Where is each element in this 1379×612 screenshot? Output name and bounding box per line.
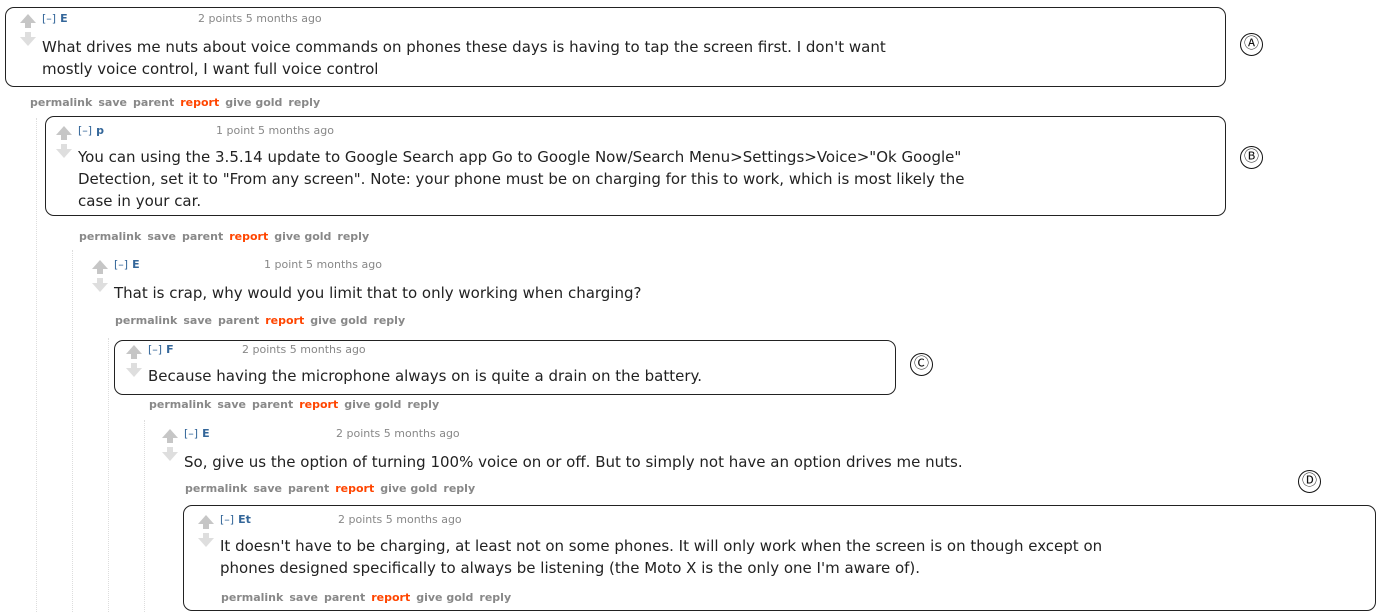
nesting-guide — [72, 250, 73, 612]
callout-label-c: Ⓒ — [910, 353, 933, 376]
nesting-guide — [144, 420, 145, 612]
permalink-link[interactable]: permalink — [115, 314, 177, 327]
parent-link[interactable]: parent — [133, 96, 174, 109]
comment-buttons: permalink save parent report give gold reply — [185, 482, 481, 495]
reply-link[interactable]: reply — [443, 482, 475, 495]
parent-link[interactable]: parent — [288, 482, 329, 495]
author-link[interactable]: E — [132, 258, 140, 271]
comment-body: So, give us the option of turning 100% v… — [184, 451, 963, 473]
give-gold-link[interactable]: give gold — [274, 230, 331, 243]
comment-tagline: [–] E 1 point 5 months ago — [114, 258, 382, 272]
nesting-guide — [36, 118, 37, 612]
comment-body: That is crap, why would you limit that t… — [114, 282, 641, 304]
comment-buttons: permalink save parent report give gold reply — [30, 96, 326, 109]
give-gold-link[interactable]: give gold — [380, 482, 437, 495]
comment-meta: 2 points 5 months ago — [336, 427, 460, 440]
nesting-guide — [108, 338, 109, 612]
parent-link[interactable]: parent — [218, 314, 259, 327]
comment-buttons: permalink save parent report give gold reply — [115, 314, 411, 327]
permalink-link[interactable]: permalink — [79, 230, 141, 243]
permalink-link[interactable]: permalink — [149, 398, 211, 411]
author-link[interactable]: E — [202, 427, 210, 440]
report-link[interactable]: report — [265, 314, 304, 327]
callout-label-a: Ⓐ — [1240, 33, 1263, 56]
parent-link[interactable]: parent — [252, 398, 293, 411]
collapse-toggle[interactable]: [–] — [114, 258, 128, 271]
parent-link[interactable]: parent — [182, 230, 223, 243]
upvote-arrow-icon[interactable] — [162, 429, 178, 443]
callout-box-b — [45, 116, 1226, 216]
comment-line: That is crap, why would you limit that t… — [114, 284, 642, 302]
save-link[interactable]: save — [217, 398, 246, 411]
give-gold-link[interactable]: give gold — [225, 96, 282, 109]
comment-tagline: [–] E 2 points 5 months ago — [184, 427, 460, 441]
report-link[interactable]: report — [229, 230, 268, 243]
comment-meta: 1 point 5 months ago — [264, 258, 382, 271]
downvote-arrow-icon[interactable] — [92, 278, 108, 292]
permalink-link[interactable]: permalink — [185, 482, 247, 495]
save-link[interactable]: save — [253, 482, 282, 495]
save-link[interactable]: save — [98, 96, 127, 109]
reply-link[interactable]: reply — [288, 96, 320, 109]
report-link[interactable]: report — [180, 96, 219, 109]
reply-link[interactable]: reply — [373, 314, 405, 327]
comment: [–] E 1 point 5 months ago That is crap, … — [88, 258, 988, 338]
callout-label-b: Ⓑ — [1240, 146, 1263, 169]
comment-line: So, give us the option of turning 100% v… — [184, 453, 963, 471]
callout-box-c — [114, 340, 896, 395]
save-link[interactable]: save — [183, 314, 212, 327]
comment-buttons: permalink save parent report give gold reply — [149, 398, 445, 411]
downvote-arrow-icon[interactable] — [162, 447, 178, 461]
comment: [–] E 2 points 5 months ago So, give us t… — [158, 427, 1158, 503]
callout-label-d: Ⓓ — [1298, 470, 1321, 493]
callout-box-a — [5, 7, 1226, 87]
report-link[interactable]: report — [335, 482, 374, 495]
report-link[interactable]: report — [299, 398, 338, 411]
give-gold-link[interactable]: give gold — [310, 314, 367, 327]
permalink-link[interactable]: permalink — [30, 96, 92, 109]
collapse-toggle[interactable]: [–] — [184, 427, 198, 440]
reply-link[interactable]: reply — [337, 230, 369, 243]
callout-box-d — [183, 505, 1376, 611]
comment-buttons: permalink save parent report give gold reply — [79, 230, 375, 243]
reply-link[interactable]: reply — [407, 398, 439, 411]
give-gold-link[interactable]: give gold — [344, 398, 401, 411]
upvote-arrow-icon[interactable] — [92, 260, 108, 274]
save-link[interactable]: save — [147, 230, 176, 243]
